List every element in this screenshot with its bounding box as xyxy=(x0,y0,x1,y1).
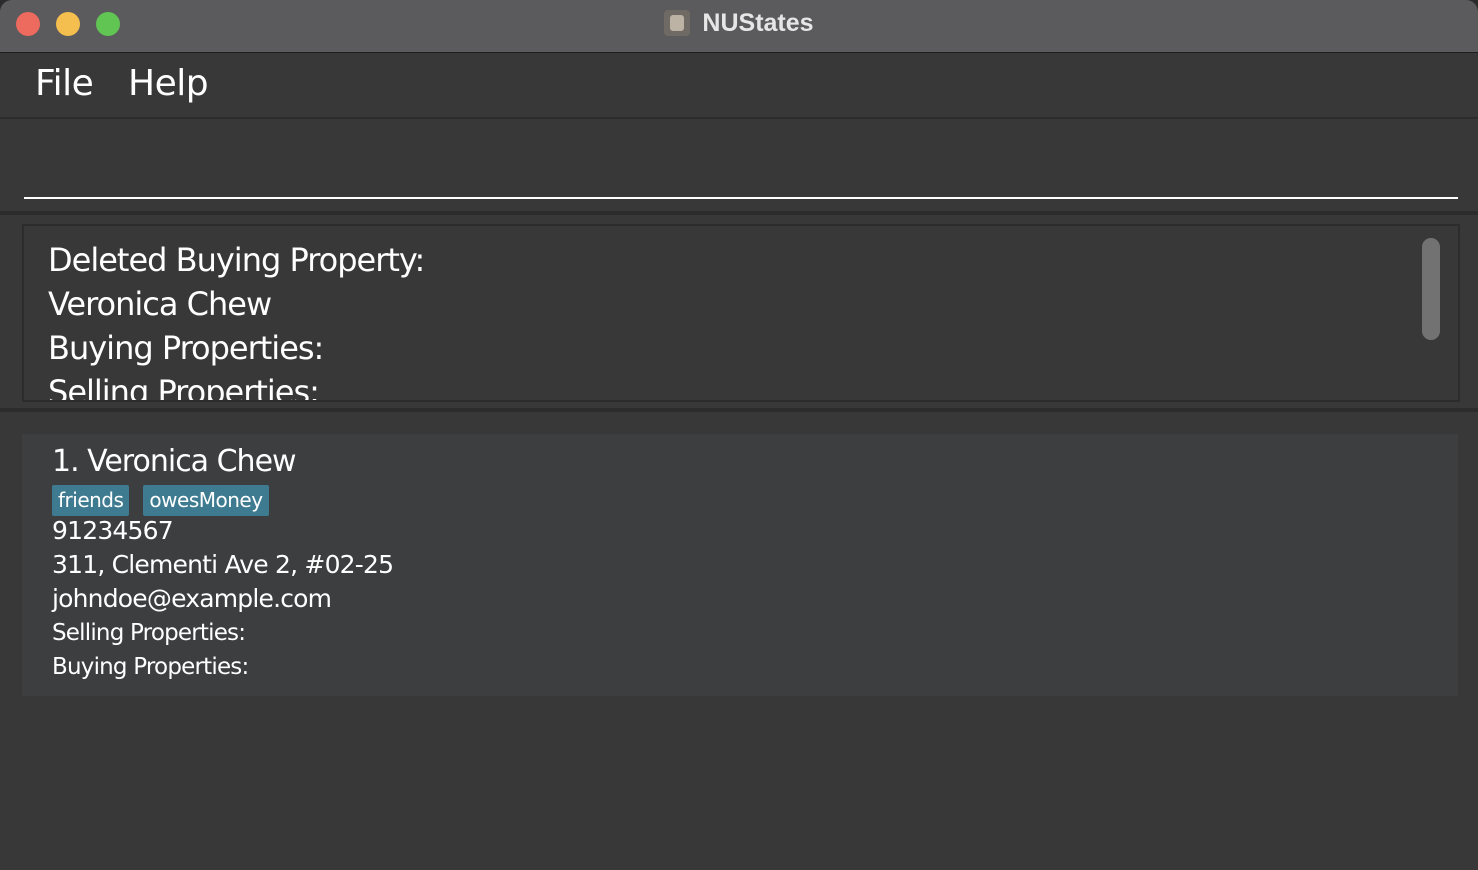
app-icon xyxy=(664,10,691,36)
menu-file[interactable]: File xyxy=(35,63,94,104)
menu-bar: File Help xyxy=(0,53,1478,119)
person-list-panel: 1. Veronica Chew friends owesMoney 91234… xyxy=(0,412,1478,870)
tag-friends: friends xyxy=(52,485,130,516)
result-display[interactable]: Deleted Buying Property: Veronica Chew B… xyxy=(22,224,1460,402)
person-address: 311, Clementi Ave 2, #02-25 xyxy=(52,550,394,579)
tag-owes-money: owesMoney xyxy=(143,485,269,516)
result-text: Deleted Buying Property: Veronica Chew B… xyxy=(48,241,425,402)
person-tags: friends owesMoney xyxy=(52,485,269,516)
window-title: NUStates xyxy=(702,8,814,37)
app-window: NUStates File Help Deleted Buying Proper… xyxy=(0,0,1478,870)
menu-help[interactable]: Help xyxy=(128,63,209,104)
person-card[interactable]: 1. Veronica Chew friends owesMoney 91234… xyxy=(22,434,1458,696)
person-selling-properties: Selling Properties: xyxy=(52,620,246,646)
title-bar[interactable]: NUStates xyxy=(0,0,1478,53)
person-phone: 91234567 xyxy=(52,516,174,545)
command-input[interactable] xyxy=(24,119,1458,199)
result-scrollbar[interactable] xyxy=(1422,238,1440,340)
window-title-group: NUStates xyxy=(0,0,1478,46)
person-name: 1. Veronica Chew xyxy=(52,444,297,479)
person-buying-properties: Buying Properties: xyxy=(52,654,249,680)
person-email: johndoe@example.com xyxy=(52,584,332,613)
command-box-area xyxy=(0,119,1478,215)
